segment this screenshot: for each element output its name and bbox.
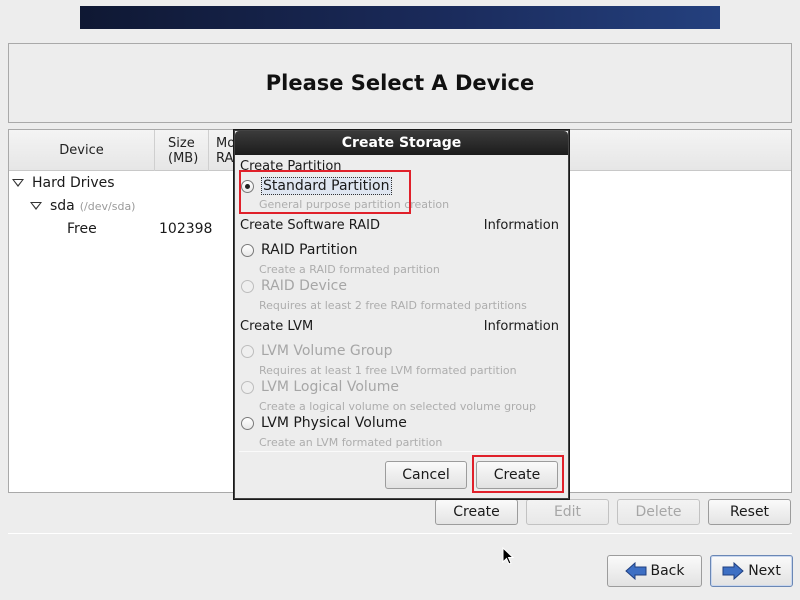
option-raid-device[interactable]: RAID Device bbox=[241, 278, 347, 294]
information-link-raid[interactable]: Information bbox=[484, 218, 559, 233]
tree-row-label: Hard Drives bbox=[32, 175, 115, 191]
delete-button[interactable]: Delete bbox=[617, 499, 700, 525]
delete-button-label: Delete bbox=[635, 504, 682, 520]
next-button-label: Next bbox=[748, 563, 781, 579]
expander-down-icon[interactable] bbox=[30, 202, 42, 210]
expander-down-icon[interactable] bbox=[12, 179, 24, 187]
highlight-annotation bbox=[472, 455, 564, 493]
radio-lvm-logical-volume[interactable] bbox=[241, 380, 254, 394]
radio-raid-device[interactable] bbox=[241, 279, 254, 293]
option-raid-partition[interactable]: RAID Partition bbox=[241, 242, 357, 258]
option-description: Create a RAID formated partition bbox=[259, 263, 440, 276]
page-title: Please Select A Device bbox=[265, 71, 535, 95]
column-device-label: Device bbox=[59, 143, 104, 158]
create-button[interactable]: Create bbox=[435, 499, 518, 525]
arrow-right-icon bbox=[722, 562, 744, 580]
dialog-title: Create Storage bbox=[341, 135, 462, 151]
tree-row-label: sda bbox=[50, 198, 75, 214]
tree-row-label: Free bbox=[67, 221, 97, 237]
dialog-cancel-button[interactable]: Cancel bbox=[385, 461, 467, 489]
column-mount-label: Mo RA bbox=[216, 135, 236, 166]
option-description: Requires at least 1 free LVM formated pa… bbox=[259, 364, 517, 377]
create-storage-dialog: Create Storage Create Partition Standard… bbox=[234, 130, 569, 499]
option-lvm-physical-volume[interactable]: LVM Physical Volume bbox=[241, 415, 407, 431]
tree-row-detail: (/dev/sda) bbox=[79, 199, 136, 213]
column-size[interactable]: Size (MB) bbox=[155, 130, 209, 171]
page-title-box: Please Select A Device bbox=[8, 43, 792, 123]
option-label: LVM Physical Volume bbox=[261, 415, 407, 431]
edit-button-label: Edit bbox=[553, 504, 582, 520]
reset-button-label: Reset bbox=[729, 504, 770, 520]
option-description: Create a logical volume on selected volu… bbox=[259, 400, 537, 413]
edit-button[interactable]: Edit bbox=[526, 499, 609, 525]
column-size-label: Size (MB) bbox=[168, 135, 199, 166]
back-button[interactable]: Back bbox=[607, 555, 702, 587]
column-device[interactable]: Device bbox=[9, 130, 155, 171]
option-lvm-volume-group[interactable]: LVM Volume Group bbox=[241, 343, 393, 359]
separator bbox=[8, 533, 792, 534]
header-banner bbox=[80, 6, 720, 29]
option-label: LVM Logical Volume bbox=[261, 379, 399, 395]
highlight-annotation bbox=[239, 170, 411, 214]
option-description: Create an LVM formated partition bbox=[259, 436, 443, 449]
option-description: Requires at least 2 free RAID formated p… bbox=[259, 299, 527, 312]
option-label: RAID Device bbox=[261, 278, 347, 294]
arrow-left-icon bbox=[624, 562, 646, 580]
tree-row-size: 102398 bbox=[159, 221, 213, 237]
information-link-lvm[interactable]: Information bbox=[484, 319, 559, 334]
option-label: RAID Partition bbox=[261, 242, 358, 258]
reset-button[interactable]: Reset bbox=[708, 499, 791, 525]
dialog-separator bbox=[239, 451, 564, 452]
next-button[interactable]: Next bbox=[710, 555, 793, 587]
section-create-lvm: Create LVM bbox=[240, 319, 314, 334]
radio-lvm-volume-group[interactable] bbox=[241, 344, 254, 358]
cancel-button-label: Cancel bbox=[402, 467, 450, 483]
create-button-label: Create bbox=[453, 504, 500, 520]
option-label: LVM Volume Group bbox=[261, 343, 393, 359]
section-create-raid: Create Software RAID bbox=[240, 218, 381, 233]
back-button-label: Back bbox=[650, 563, 685, 579]
dialog-title-bar: Create Storage bbox=[235, 131, 568, 155]
option-lvm-logical-volume[interactable]: LVM Logical Volume bbox=[241, 379, 399, 395]
radio-lvm-physical-volume[interactable] bbox=[241, 416, 254, 430]
mouse-cursor-icon bbox=[502, 547, 514, 565]
radio-raid-partition[interactable] bbox=[241, 243, 254, 257]
